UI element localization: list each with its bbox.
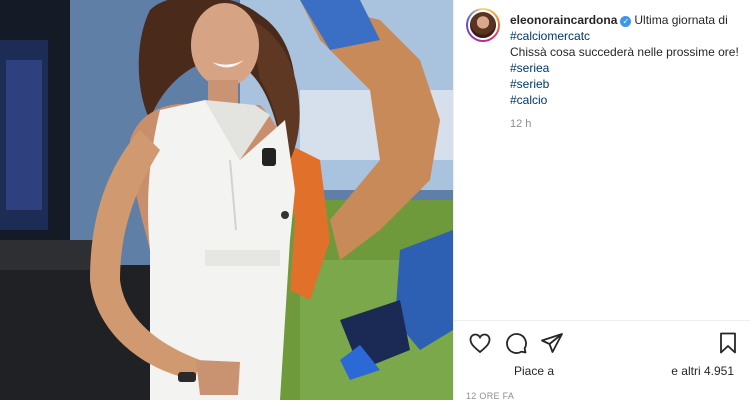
hashtag-link-calcio[interactable]: #calcio	[510, 92, 740, 108]
action-bar: Piace a e altri 4.951 12 ORE FA	[454, 320, 750, 401]
heart-icon[interactable]	[468, 331, 492, 355]
photo-illustration	[0, 0, 453, 400]
share-icon[interactable]	[540, 331, 564, 355]
caption-time-ago: 12 h	[510, 118, 532, 130]
likes-count[interactable]: e altri 4.951	[671, 364, 734, 378]
caption-intro: Ultima giornata di	[634, 13, 728, 27]
likes-summary[interactable]: Piace a e altri 4.951	[514, 364, 744, 378]
post-details-panel: eleonoraincardona ✓ Ultima giornata di #ca…	[453, 0, 750, 401]
username-link[interactable]: eleonoraincardona	[510, 13, 617, 27]
verified-badge-icon: ✓	[620, 16, 632, 27]
hashtag-link-calciomercato[interactable]: #calciomercatc	[510, 29, 590, 43]
post-photo[interactable]	[0, 0, 453, 400]
hashtag-link-serieb[interactable]: #serieb	[510, 76, 740, 92]
instagram-post: eleonoraincardona ✓ Ultima giornata di #ca…	[0, 0, 750, 401]
caption-body: Chissà cosa succederà nelle prossime ore…	[510, 45, 739, 59]
bookmark-icon[interactable]	[716, 331, 740, 355]
likes-prefix: Piace a	[514, 364, 555, 378]
avatar-photo	[468, 10, 498, 40]
comment-icon[interactable]	[504, 331, 528, 355]
avatar[interactable]	[466, 8, 500, 42]
hashtag-link-seriea[interactable]: #seriea	[510, 60, 740, 76]
caption: eleonoraincardona ✓ Ultima giornata di #ca…	[510, 12, 740, 132]
